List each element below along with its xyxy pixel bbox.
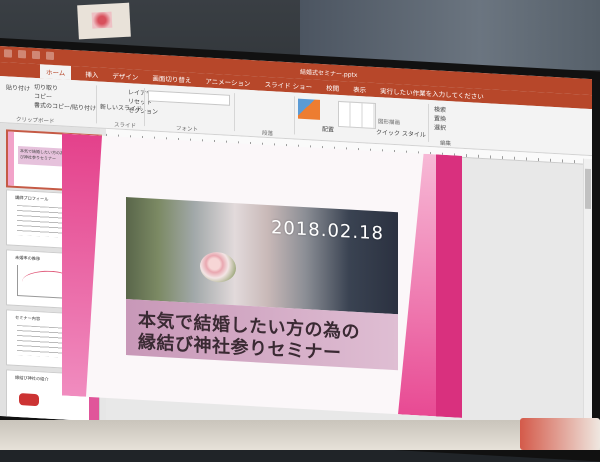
tab-design[interactable]: デザイン — [112, 70, 138, 81]
slide-canvas[interactable]: 2018.02.18 本気で結婚したい方の為の 縁結び神社参りセミナー — [62, 133, 462, 418]
separator — [144, 88, 145, 127]
select-button[interactable]: 選択 — [434, 122, 446, 132]
tab-view[interactable]: 表示 — [353, 84, 366, 95]
tab-slideshow[interactable]: スライド ショー — [265, 79, 313, 92]
quick-styles-button[interactable]: クイック スタイル — [376, 127, 426, 139]
thumbnail-caption: 縁結び神社の紹介 — [15, 374, 49, 382]
separator — [234, 93, 235, 132]
thumbnail-caption: セミナー内容 — [15, 314, 41, 322]
quick-styles-gallery[interactable] — [338, 100, 376, 130]
save-icon[interactable] — [4, 49, 12, 58]
drawing-group-label: 図形描画 — [378, 119, 401, 127]
separator — [294, 96, 295, 135]
start-slideshow-icon[interactable] — [46, 51, 54, 61]
separator — [428, 103, 429, 142]
desk-object — [520, 418, 600, 450]
tab-review[interactable]: 校閲 — [326, 82, 339, 93]
shapes-gallery-icon[interactable] — [298, 98, 320, 120]
desk-surface — [0, 420, 600, 450]
font-group-label: フォント — [176, 125, 199, 134]
thumb-accent — [8, 131, 14, 186]
scrollbar-thumb[interactable] — [585, 168, 591, 210]
redo-icon[interactable] — [32, 50, 40, 60]
slide-date[interactable]: 2018.02.18 — [271, 217, 384, 244]
format-painter-button[interactable]: 書式のコピー/貼り付け — [34, 100, 96, 112]
tab-animations[interactable]: アニメーション — [205, 75, 250, 88]
section-button[interactable]: セクション — [128, 105, 158, 116]
slides-group-label: スライド — [114, 122, 137, 130]
slide-right-pink-bar — [436, 154, 462, 418]
separator — [96, 85, 97, 124]
slide-left-pink-shape — [62, 133, 102, 397]
vertical-scrollbar[interactable] — [583, 158, 592, 450]
powerpoint-window: 結婚式セミナー.pptx ホーム 挿入 デザイン 画面切り替え アニメーション … — [0, 46, 592, 450]
tab-transitions[interactable]: 画面切り替え — [152, 73, 191, 85]
thumbnail-caption: 講師プロフィール — [15, 194, 49, 202]
quick-access-toolbar — [4, 49, 54, 61]
paste-button[interactable]: 貼り付け — [6, 82, 30, 92]
bouquet-image — [200, 251, 236, 284]
arrange-button[interactable]: 配置 — [322, 124, 334, 134]
wedding-photo[interactable]: 2018.02.18 — [126, 197, 398, 315]
thumb-car-image — [19, 393, 39, 407]
font-name-box[interactable] — [148, 90, 230, 106]
monitor: 結婚式セミナー.pptx ホーム 挿入 デザイン 画面切り替え アニメーション … — [0, 38, 600, 462]
paragraph-group-label: 段落 — [262, 130, 274, 138]
editing-group-label: 編集 — [440, 140, 452, 148]
tab-insert[interactable]: 挿入 — [85, 69, 98, 80]
undo-icon[interactable] — [18, 50, 26, 59]
background-poster — [77, 2, 131, 40]
thumbnail-caption: 未婚率の推移 — [15, 254, 41, 262]
document-title: 結婚式セミナー.pptx — [300, 68, 358, 79]
